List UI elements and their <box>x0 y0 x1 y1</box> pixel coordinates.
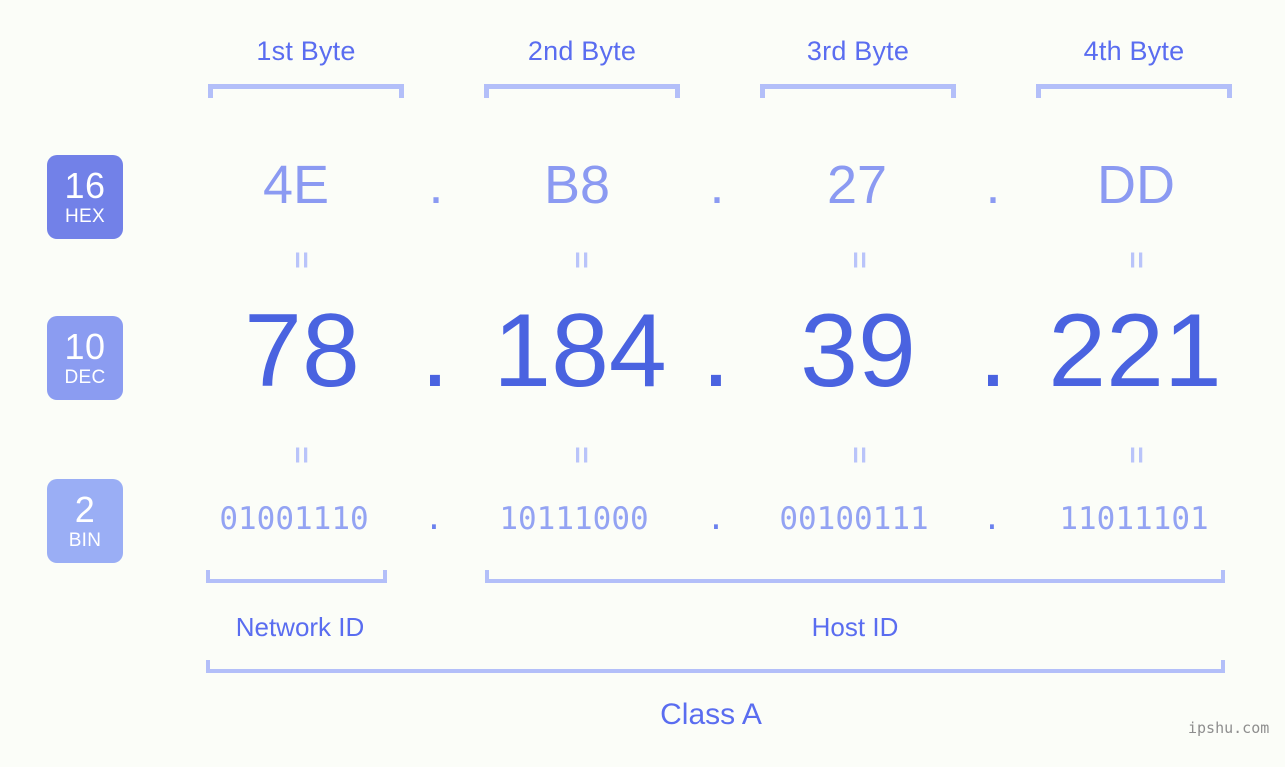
host-id-bracket <box>485 570 1225 583</box>
hex-octet-3: 27 <box>826 155 888 215</box>
equals-connector-hex-dec-4: = <box>1120 251 1153 269</box>
equals-connector-hex-dec-1: = <box>285 251 318 269</box>
class-bracket <box>206 660 1225 673</box>
dec-octet-4: 221 <box>1048 293 1222 409</box>
base-badge-hex-number: 16 <box>64 165 106 206</box>
byte-bracket-3 <box>760 84 956 98</box>
equals-connector-hex-dec-3: = <box>843 251 876 269</box>
bin-octet-2: 10111000 <box>499 501 649 537</box>
network-id-bracket <box>206 570 387 583</box>
network-id-label: Network ID <box>235 612 365 642</box>
equals-connector-dec-bin-4: = <box>1120 446 1153 464</box>
base-badge-hex: 16 HEX <box>47 155 123 239</box>
byte-bracket-2 <box>484 84 680 98</box>
bin-octet-1: 01001110 <box>219 501 369 537</box>
byte-bracket-4 <box>1036 84 1232 98</box>
hex-separator-3: . <box>985 155 1001 215</box>
dec-octet-3: 39 <box>800 293 916 409</box>
base-badge-bin: 2 BIN <box>47 479 123 563</box>
dec-separator-2: . <box>701 293 731 409</box>
byte-bracket-1 <box>208 84 404 98</box>
ip-breakdown-diagram: 1st Byte 2nd Byte 3rd Byte 4th Byte 16 H… <box>0 0 1285 767</box>
equals-connector-dec-bin-3: = <box>843 446 876 464</box>
equals-connector-dec-bin-2: = <box>565 446 598 464</box>
base-badge-bin-name: BIN <box>68 530 102 551</box>
site-watermark: ipshu.com <box>1188 719 1270 737</box>
bin-separator-2: . <box>706 501 726 537</box>
byte-header-4: 4th Byte <box>1083 36 1185 66</box>
bin-separator-1: . <box>424 501 444 537</box>
class-label: Class A <box>660 698 762 731</box>
bin-octet-4: 11011101 <box>1059 501 1209 537</box>
base-badge-bin-number: 2 <box>74 489 96 530</box>
dec-octet-2: 184 <box>493 293 667 409</box>
equals-connector-hex-dec-2: = <box>565 251 598 269</box>
byte-header-1: 1st Byte <box>256 36 356 66</box>
hex-octet-2: B8 <box>543 155 611 215</box>
hex-separator-2: . <box>709 155 725 215</box>
bin-separator-3: . <box>982 501 1002 537</box>
host-id-label: Host ID <box>811 612 899 642</box>
dec-octet-1: 78 <box>244 293 360 409</box>
byte-header-3: 3rd Byte <box>806 36 910 66</box>
bin-octet-3: 00100111 <box>779 501 929 537</box>
byte-header-2: 2nd Byte <box>527 36 637 66</box>
base-badge-hex-name: HEX <box>65 206 105 227</box>
equals-connector-dec-bin-1: = <box>285 446 318 464</box>
hex-octet-4: DD <box>1097 155 1175 215</box>
dec-separator-1: . <box>420 293 450 409</box>
hex-separator-1: . <box>428 155 444 215</box>
base-badge-dec-name: DEC <box>64 367 106 388</box>
base-badge-dec: 10 DEC <box>47 316 123 400</box>
base-badge-dec-number: 10 <box>64 326 106 367</box>
hex-octet-1: 4E <box>262 155 330 215</box>
dec-separator-3: . <box>978 293 1008 409</box>
